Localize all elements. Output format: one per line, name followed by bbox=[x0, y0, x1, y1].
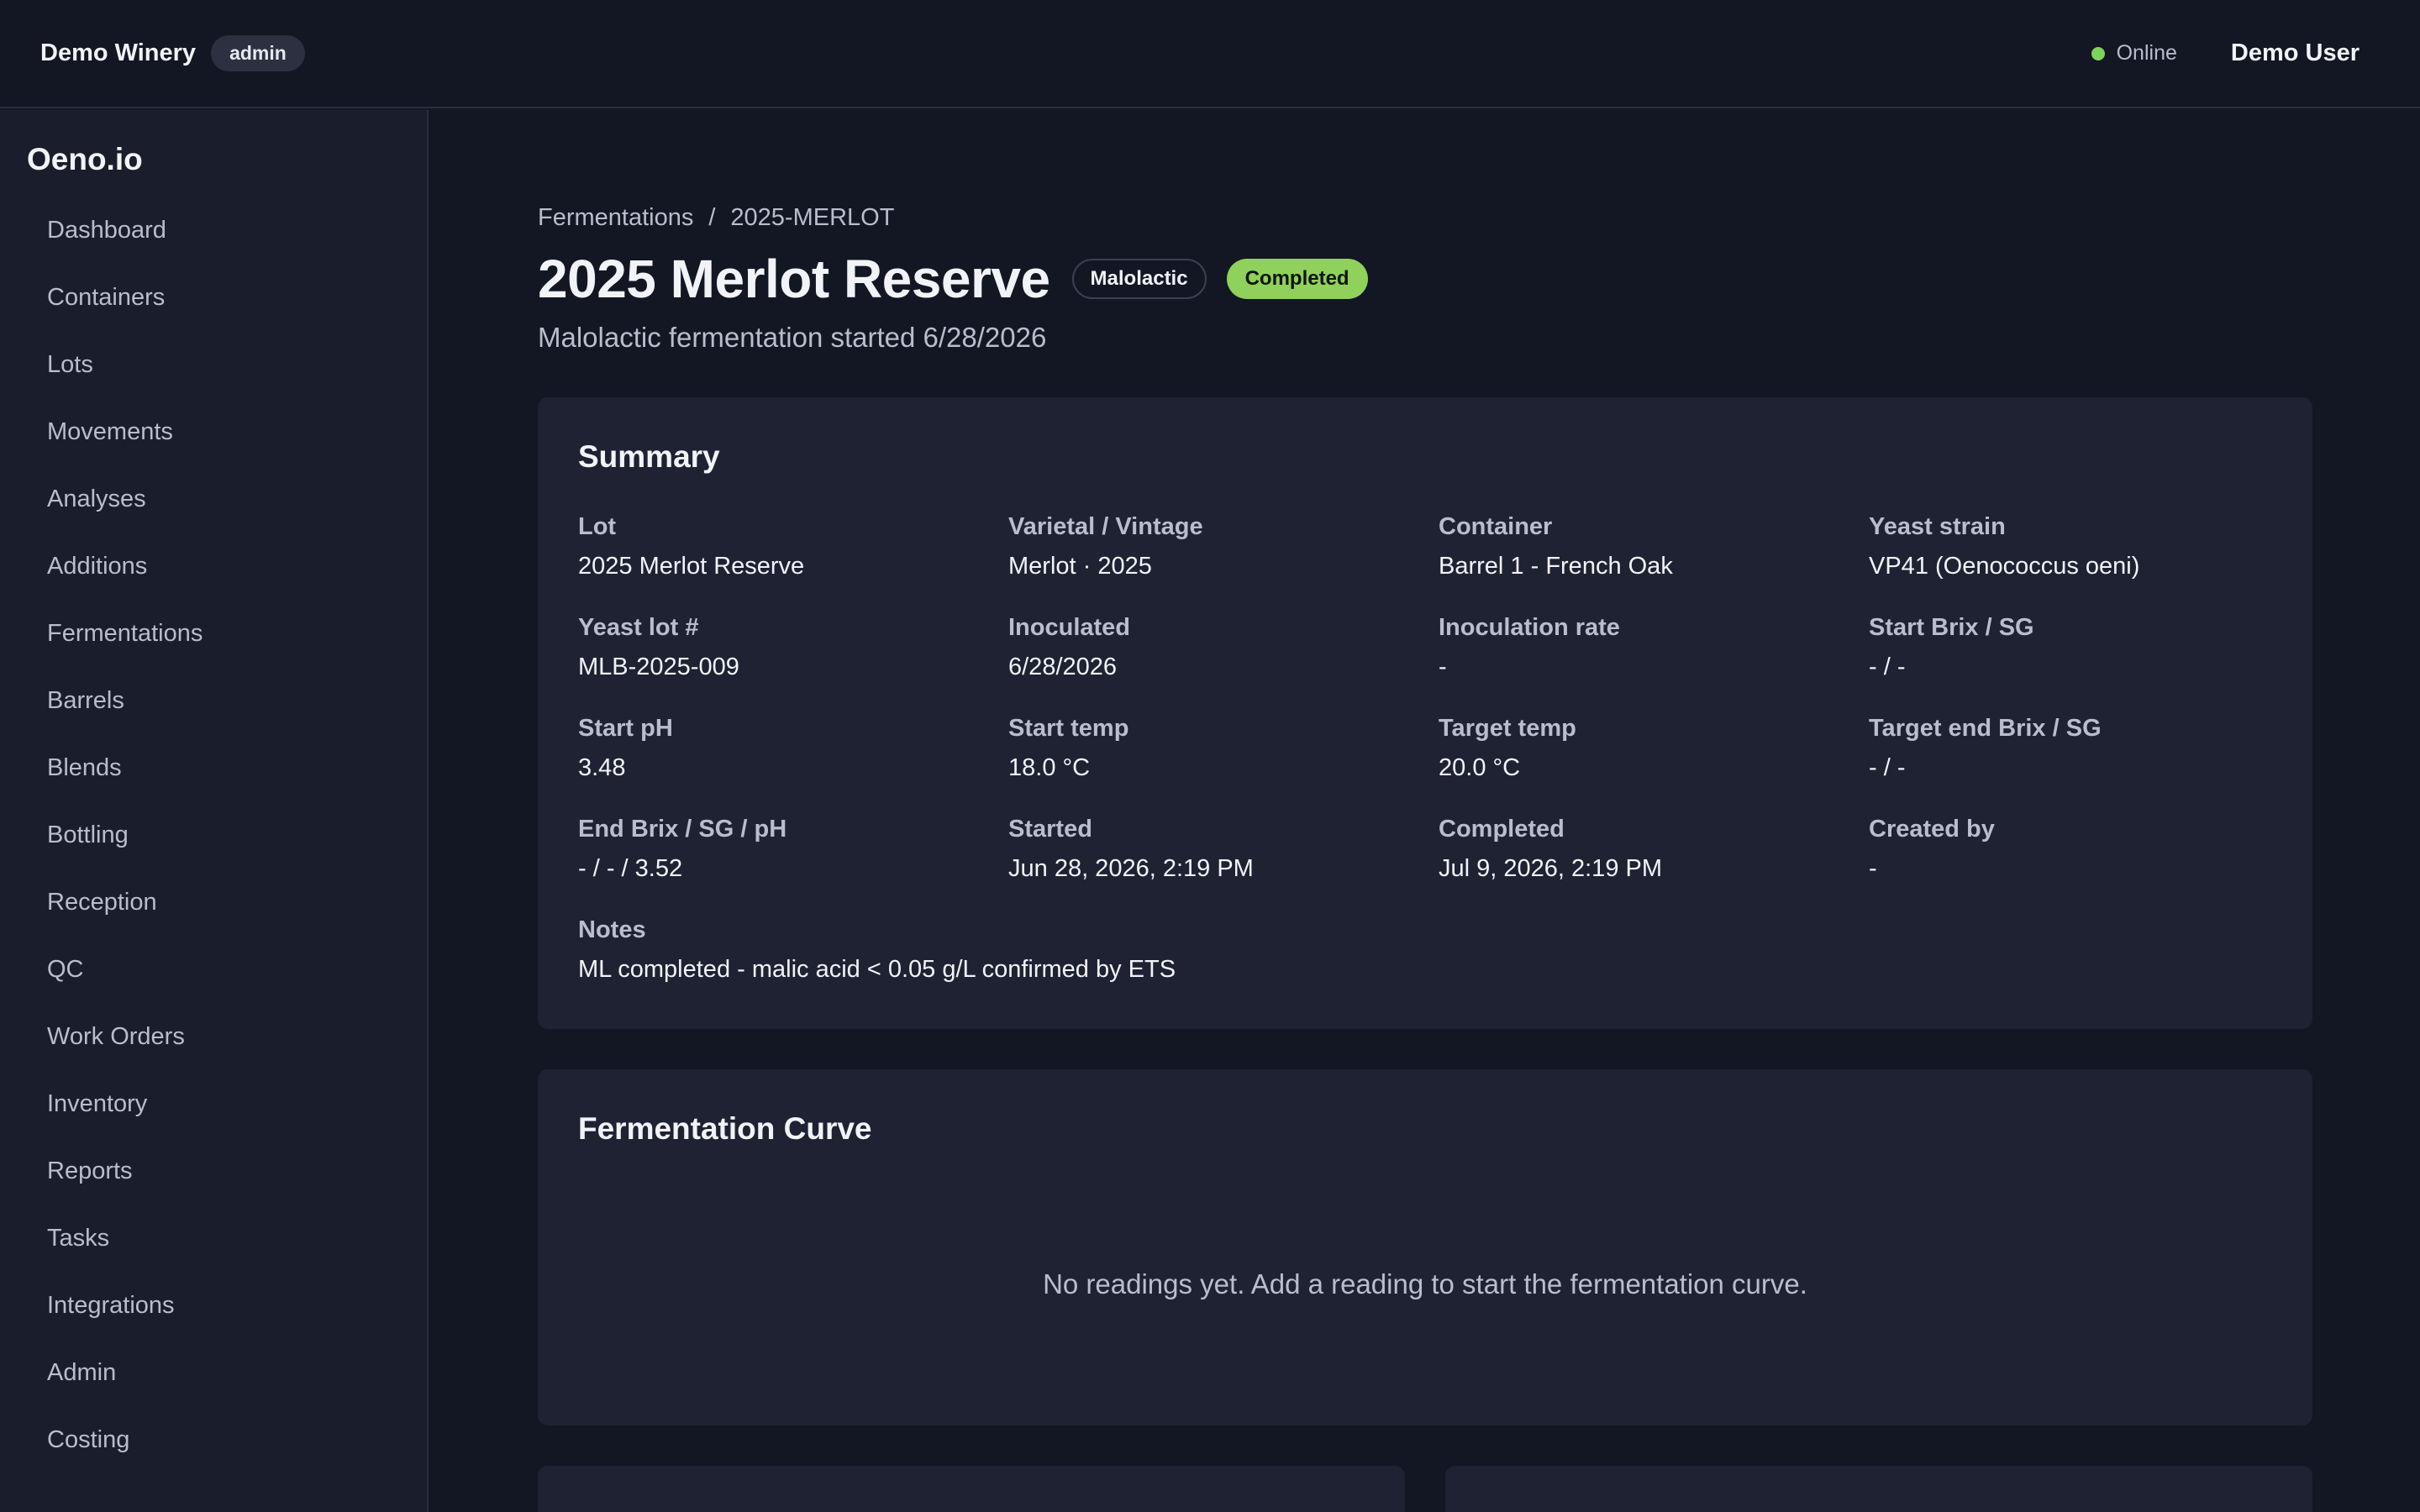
field-label: Created by bbox=[1869, 816, 1995, 843]
field-yeast-lot: Yeast lot # MLB-2025-009 bbox=[578, 614, 998, 681]
field-value: 2025 Merlot Reserve bbox=[578, 553, 805, 580]
sidebar-item-fermentations[interactable]: Fermentations bbox=[0, 608, 427, 675]
sidebar-item-admin[interactable]: Admin bbox=[0, 1347, 427, 1415]
field-value: - / - / 3.52 bbox=[578, 855, 683, 882]
field-label: Target end Brix / SG bbox=[1869, 715, 2102, 742]
field-start-temp: Start temp 18.0 °C bbox=[1008, 715, 1428, 782]
field-label: Container bbox=[1439, 513, 1553, 540]
field-value: Jul 9, 2026, 2:19 PM bbox=[1439, 855, 1662, 882]
online-status-dot-icon bbox=[2091, 46, 2105, 60]
field-value: VP41 (Oenococcus oeni) bbox=[1869, 553, 2140, 580]
brand-logo[interactable]: Oeno.io bbox=[27, 142, 143, 177]
field-value: Barrel 1 - French Oak bbox=[1439, 553, 1673, 580]
field-created-by: Created by - bbox=[1869, 816, 2289, 883]
role-badge: admin bbox=[211, 35, 305, 71]
sidebar-item-dashboard[interactable]: Dashboard bbox=[0, 205, 427, 272]
field-label: Completed bbox=[1439, 816, 1565, 843]
field-container: Container Barrel 1 - French Oak bbox=[1439, 513, 1859, 580]
main-content: Fermentations / 2025-MERLOT 2025 Merlot … bbox=[430, 110, 2420, 1512]
breadcrumb-separator: / bbox=[708, 204, 716, 231]
field-label: Target temp bbox=[1439, 715, 1576, 742]
field-value: - bbox=[1869, 855, 1877, 882]
field-target-end-brix-sg: Target end Brix / SG - / - bbox=[1869, 715, 2289, 782]
field-inoculated: Inoculated 6/28/2026 bbox=[1008, 614, 1428, 681]
topbar-right: Online Demo User bbox=[2091, 39, 2380, 67]
top-bar: Demo Winery admin Online Demo User bbox=[0, 0, 2420, 108]
field-value: Merlot · 2025 bbox=[1008, 553, 1152, 580]
fermentation-type-badge: Malolactic bbox=[1071, 259, 1207, 299]
field-yeast-strain: Yeast strain VP41 (Oenococcus oeni) bbox=[1869, 513, 2289, 580]
connection-status: Online bbox=[2116, 41, 2177, 65]
bottom-left-card bbox=[538, 1466, 1405, 1512]
field-end-brix-sg-ph: End Brix / SG / pH - / - / 3.52 bbox=[578, 816, 998, 883]
sidebar-item-barrels[interactable]: Barrels bbox=[0, 675, 427, 743]
field-start-ph: Start pH 3.48 bbox=[578, 715, 998, 782]
field-value: 18.0 °C bbox=[1008, 754, 1091, 781]
field-value: ML completed - malic acid < 0.05 g/L con… bbox=[578, 956, 1176, 983]
sidebar-item-blends[interactable]: Blends bbox=[0, 743, 427, 810]
sidebar-item-reports[interactable]: Reports bbox=[0, 1146, 427, 1213]
sidebar-item-work-orders[interactable]: Work Orders bbox=[0, 1011, 427, 1079]
field-start-brix-sg: Start Brix / SG - / - bbox=[1869, 614, 2289, 681]
user-menu-button[interactable]: Demo User bbox=[2231, 39, 2360, 67]
winery-name[interactable]: Demo Winery bbox=[40, 39, 196, 67]
field-value: Jun 28, 2026, 2:19 PM bbox=[1008, 855, 1254, 882]
field-value: 6/28/2026 bbox=[1008, 654, 1118, 680]
sidebar-item-reception[interactable]: Reception bbox=[0, 877, 427, 944]
sidebar-item-analyses[interactable]: Analyses bbox=[0, 474, 427, 541]
field-value: 3.48 bbox=[578, 754, 626, 781]
field-label: Start temp bbox=[1008, 715, 1129, 742]
field-label: Start pH bbox=[578, 715, 673, 742]
field-label: Inoculated bbox=[1008, 614, 1131, 641]
field-target-temp: Target temp 20.0 °C bbox=[1439, 715, 1859, 782]
field-value: - / - bbox=[1869, 654, 1906, 680]
bottom-right-card bbox=[1445, 1466, 2312, 1512]
field-label: Started bbox=[1008, 816, 1092, 843]
field-inoculation-rate: Inoculation rate - bbox=[1439, 614, 1859, 681]
field-label: Lot bbox=[578, 513, 617, 540]
sidebar-nav: Dashboard Containers Lots Movements Anal… bbox=[0, 205, 427, 1482]
sidebar-item-integrations[interactable]: Integrations bbox=[0, 1280, 427, 1347]
field-label: Varietal / Vintage bbox=[1008, 513, 1203, 540]
curve-title: Fermentation Curve bbox=[578, 1111, 872, 1146]
sidebar-item-bottling[interactable]: Bottling bbox=[0, 810, 427, 877]
breadcrumb-fermentations-link[interactable]: Fermentations bbox=[538, 204, 693, 232]
field-value: - bbox=[1439, 654, 1447, 680]
field-label: Yeast lot # bbox=[578, 614, 699, 641]
field-varietal-vintage: Varietal / Vintage Merlot · 2025 bbox=[1008, 513, 1428, 580]
field-value: MLB-2025-009 bbox=[578, 654, 739, 680]
page-subtitle: Malolactic fermentation started 6/28/202… bbox=[538, 322, 1047, 353]
field-value: - / - bbox=[1869, 754, 1906, 781]
field-started: Started Jun 28, 2026, 2:19 PM bbox=[1008, 816, 1428, 883]
field-label: End Brix / SG / pH bbox=[578, 816, 787, 843]
field-value: 20.0 °C bbox=[1439, 754, 1521, 781]
field-label: Inoculation rate bbox=[1439, 614, 1620, 641]
fermentation-curve-card: Fermentation Curve No readings yet. Add … bbox=[538, 1069, 2312, 1425]
summary-card: Summary Lot 2025 Merlot Reserve Varietal… bbox=[538, 397, 2312, 1029]
status-badge: Completed bbox=[1226, 259, 1368, 299]
field-completed: Completed Jul 9, 2026, 2:19 PM bbox=[1439, 816, 1859, 883]
sidebar-item-inventory[interactable]: Inventory bbox=[0, 1079, 427, 1146]
sidebar-item-tasks[interactable]: Tasks bbox=[0, 1213, 427, 1280]
breadcrumb: Fermentations / 2025-MERLOT bbox=[538, 204, 894, 232]
title-row: 2025 Merlot Reserve Malolactic Completed bbox=[538, 248, 1368, 310]
sidebar-item-additions[interactable]: Additions bbox=[0, 541, 427, 608]
sidebar: Oeno.io Dashboard Containers Lots Moveme… bbox=[0, 110, 429, 1512]
summary-title: Summary bbox=[578, 439, 720, 474]
sidebar-item-lots[interactable]: Lots bbox=[0, 339, 427, 407]
field-notes: Notes ML completed - malic acid < 0.05 g… bbox=[578, 916, 2091, 984]
field-label: Yeast strain bbox=[1869, 513, 2006, 540]
field-label: Notes bbox=[578, 916, 646, 943]
page-title: 2025 Merlot Reserve bbox=[538, 249, 1050, 309]
field-label: Start Brix / SG bbox=[1869, 614, 2034, 641]
sidebar-item-costing[interactable]: Costing bbox=[0, 1415, 427, 1482]
sidebar-item-qc[interactable]: QC bbox=[0, 944, 427, 1011]
breadcrumb-current: 2025-MERLOT bbox=[730, 204, 895, 231]
curve-empty-message: No readings yet. Add a reading to start … bbox=[1043, 1268, 1807, 1299]
field-lot: Lot 2025 Merlot Reserve bbox=[578, 513, 998, 580]
sidebar-item-containers[interactable]: Containers bbox=[0, 272, 427, 339]
sidebar-item-movements[interactable]: Movements bbox=[0, 407, 427, 474]
